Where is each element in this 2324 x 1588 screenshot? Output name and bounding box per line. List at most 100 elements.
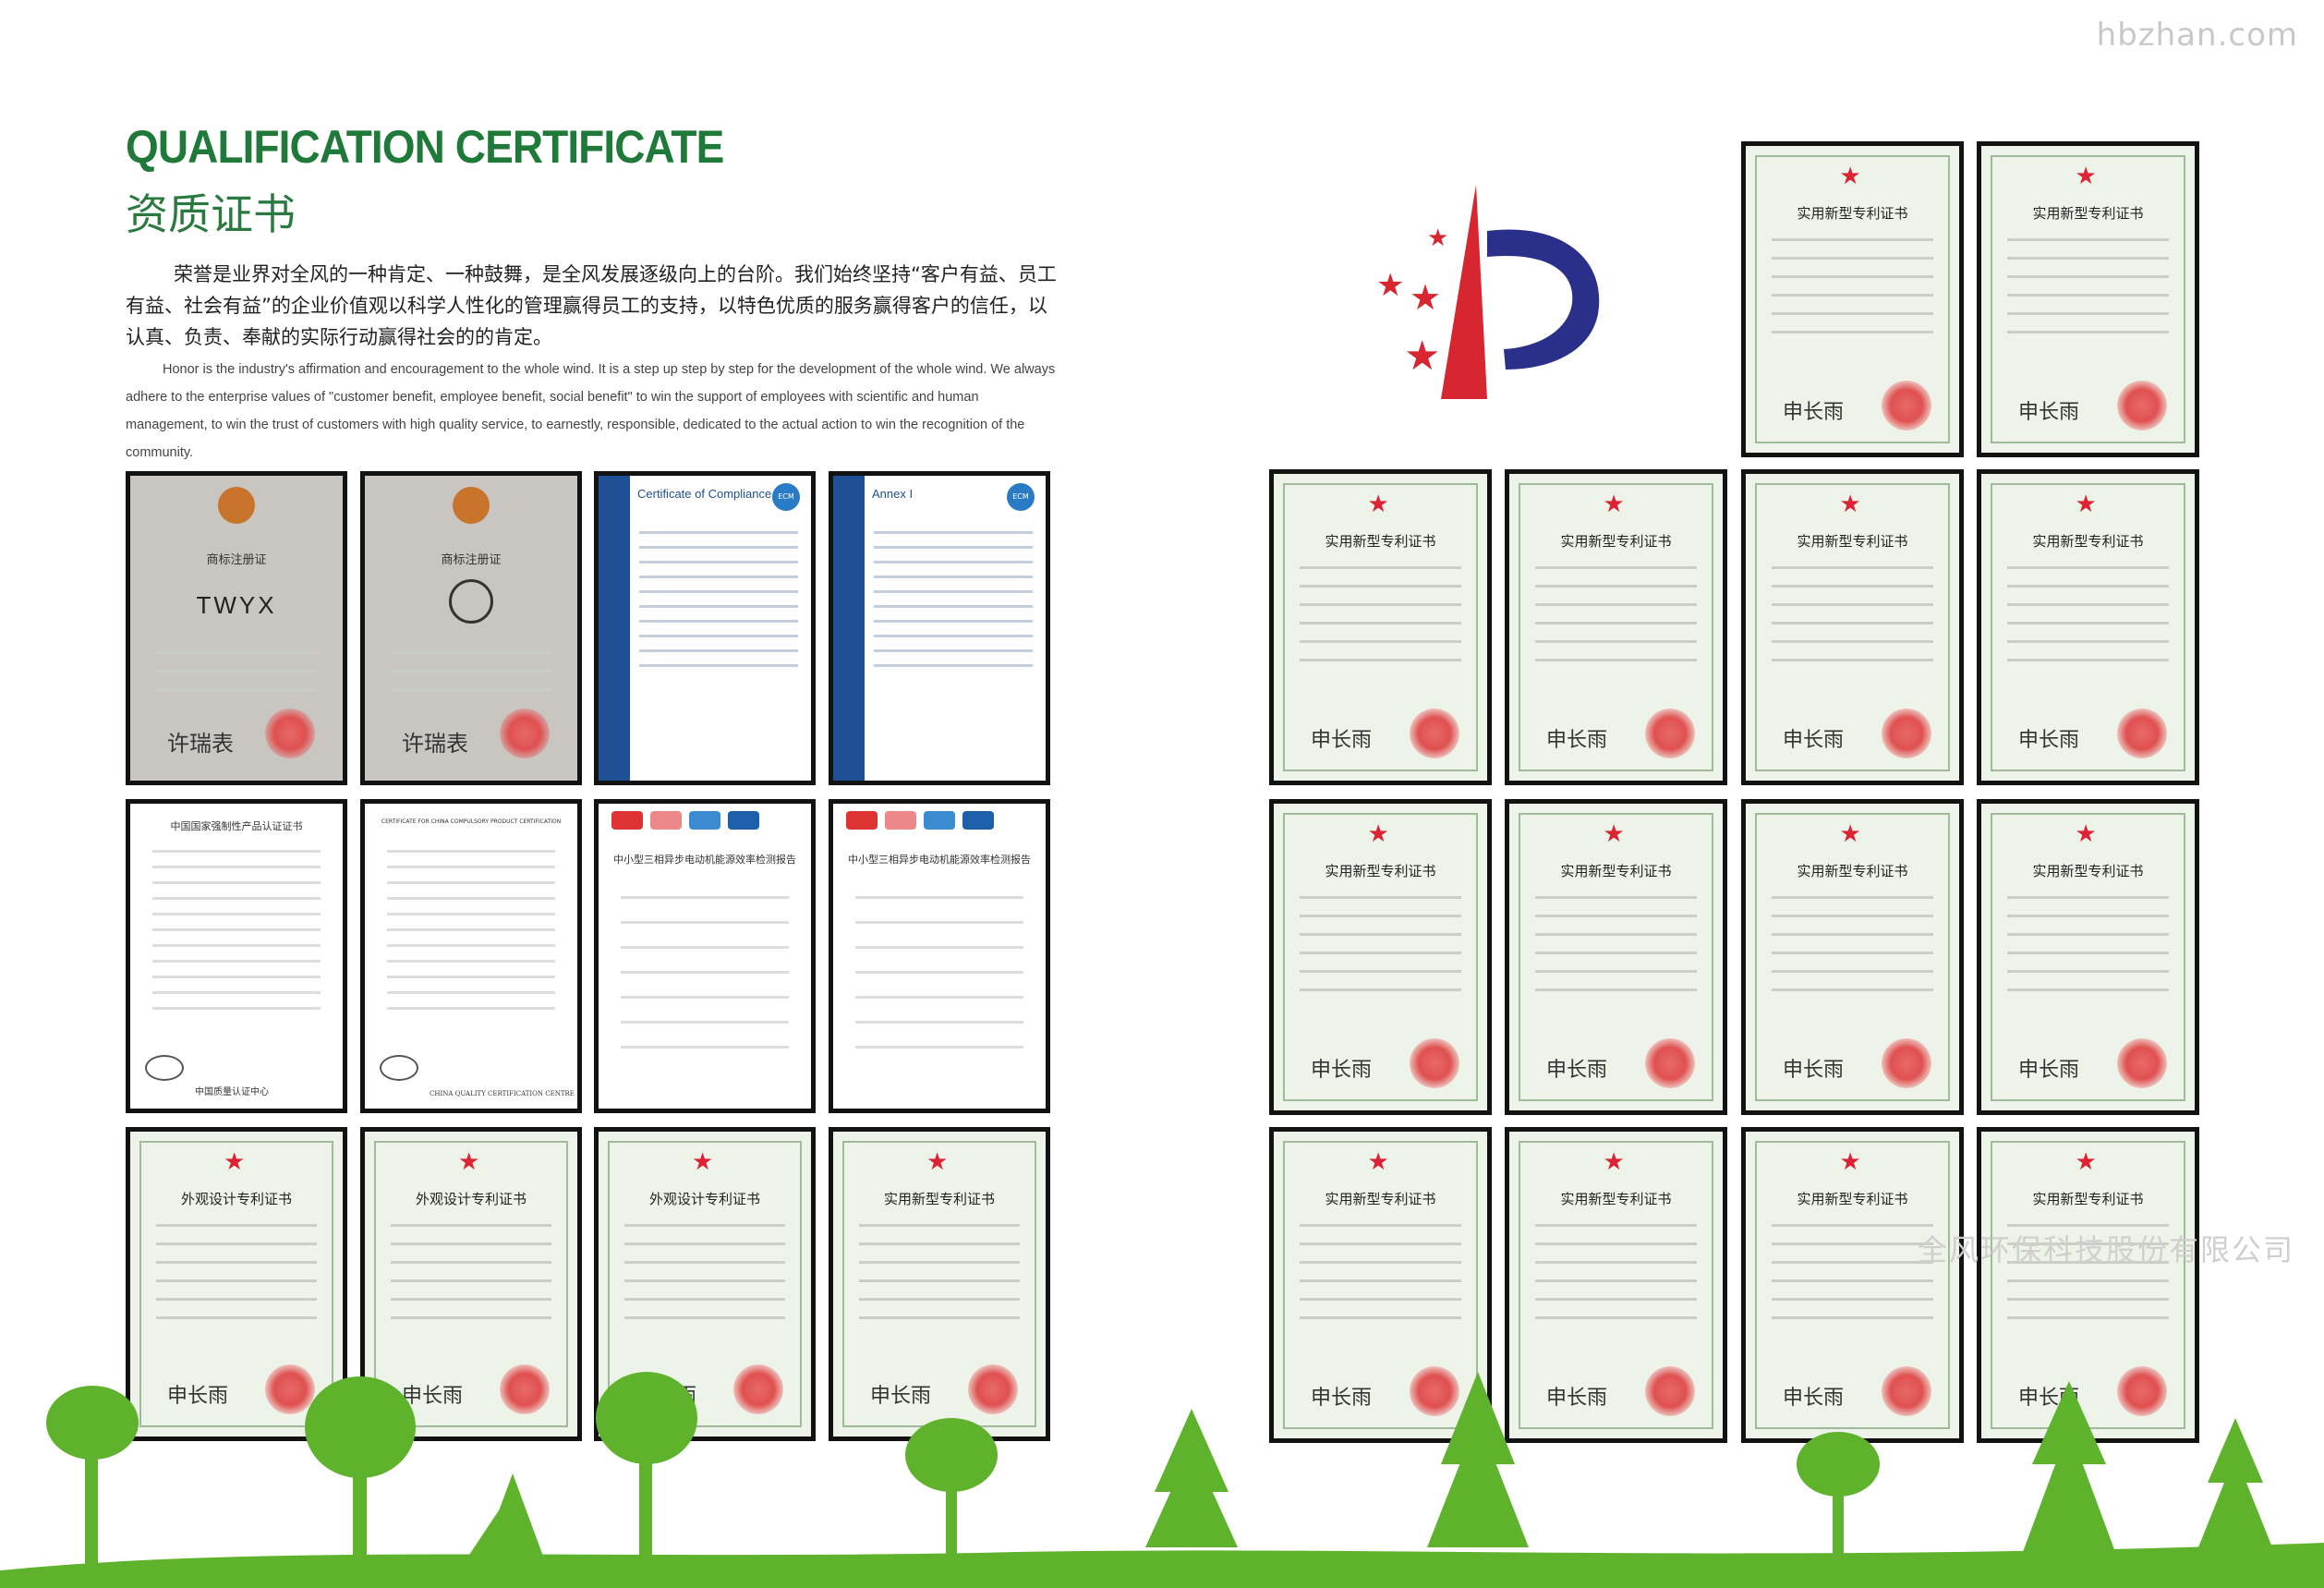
utility-patent-certificate: ★ 实用新型专利证书 申长雨 — [1977, 469, 2199, 785]
report-lines — [855, 896, 1023, 1071]
utility-patent-certificate: ★ 实用新型专利证书 申长雨 — [1505, 469, 1727, 785]
ccc-certificate-en: CERTIFICATE FOR CHINA COMPULSORY PRODUCT… — [360, 799, 582, 1113]
signature: 申长雨 — [1311, 1059, 1373, 1082]
certificate-lines — [1535, 896, 1697, 1007]
patent-office-logo-icon: ★ — [692, 1148, 714, 1176]
certificate-title: Certificate of Compliance — [637, 487, 772, 501]
issuer: 中国质量认证中心 — [195, 1087, 269, 1097]
certificate-title: 外观设计专利证书 — [648, 1191, 760, 1207]
certificate-title: 实用新型专利证书 — [1797, 1191, 1908, 1207]
national-emblem-icon — [453, 487, 490, 524]
page-title-zh: 资质证书 — [126, 189, 296, 239]
energy-efficiency-report-2: 中小型三相异步电动机能源效率检测报告 — [829, 799, 1050, 1113]
patent-office-logo-icon: ★ — [224, 1148, 246, 1176]
utility-patent-certificate: ★ 实用新型专利证书 申长雨 — [1977, 799, 2199, 1115]
certificate-title: 实用新型专利证书 — [2032, 205, 2144, 222]
certificate-lines — [859, 1224, 1020, 1335]
trademark-word: TWYX — [196, 591, 277, 619]
signature: 申长雨 — [2018, 401, 2080, 424]
red-seal-icon — [1882, 1038, 1931, 1088]
patent-office-logo-icon: ★ — [1839, 820, 1861, 848]
certificate-title: 外观设计专利证书 — [180, 1191, 292, 1207]
tree-silhouette-decoration — [0, 1372, 2324, 1588]
site-watermark: hbzhan.com — [2096, 17, 2298, 54]
svg-text:★: ★ — [1427, 224, 1448, 252]
ce-sidebar — [833, 476, 865, 781]
certificate-lines — [1535, 1224, 1697, 1335]
trademark-certificate-logo: 商标注册证 许瑞表 — [360, 471, 582, 785]
patent-office-logo-icon: ★ — [1603, 491, 1625, 518]
trademark-certificate-twyx: 商标注册证 TWYX 许瑞表 — [126, 471, 347, 785]
patent-office-logo-icon: ★ — [1839, 1148, 1861, 1176]
certificate-lines — [391, 651, 551, 707]
red-seal-icon — [1882, 381, 1931, 430]
certificate-lines — [2007, 566, 2169, 677]
utility-patent-certificate: ★ 实用新型专利证书 申长雨 — [1977, 141, 2199, 457]
certificate-title: 实用新型专利证书 — [2032, 1191, 2144, 1207]
utility-patent-certificate: ★ 实用新型专利证书 申长雨 — [1505, 799, 1727, 1115]
certificate-title: 外观设计专利证书 — [415, 1191, 527, 1207]
ccc-certificate-zh: 中国国家强制性产品认证证书 中国质量认证中心 — [126, 799, 347, 1113]
patent-office-logo-icon: ★ — [1367, 820, 1389, 848]
red-seal-icon — [500, 709, 550, 758]
intro-paragraph-en: Honor is the industry's affirmation and … — [126, 362, 1056, 460]
ccc-logo-icon — [145, 1055, 184, 1081]
certificate-lines — [1772, 238, 1933, 349]
ce-certificate-annex: Annex I ECM — [829, 471, 1050, 785]
certificate-lines — [624, 1224, 785, 1335]
patent-office-logo-icon: ★ ★ ★ ★ — [1376, 185, 1600, 399]
red-seal-icon — [1882, 709, 1931, 758]
report-title: 中小型三相异步电动机能源效率检测报告 — [848, 854, 1031, 866]
patent-office-logo-icon: ★ — [1603, 820, 1625, 848]
signature: 申长雨 — [1546, 729, 1608, 752]
certificate-title: 中国国家强制性产品认证证书 — [170, 820, 303, 832]
certificate-lines — [387, 850, 555, 1023]
utility-patent-certificate: ★ 实用新型专利证书 申长雨 — [1741, 799, 1964, 1115]
signature: 申长雨 — [1783, 729, 1845, 752]
utility-patent-certificate: ★ 实用新型专利证书申长雨 — [1269, 469, 1492, 785]
utility-patent-certificate: ★ 实用新型专利证书 申长雨 — [1741, 469, 1964, 785]
certificate-lines — [874, 531, 1033, 679]
svg-text:★: ★ — [1376, 267, 1404, 304]
certificate-title: 实用新型专利证书 — [883, 1191, 995, 1207]
patent-office-logo-icon: ★ — [1367, 491, 1389, 518]
certificate-title: 实用新型专利证书 — [1325, 533, 1436, 550]
svg-text:★: ★ — [1404, 333, 1440, 380]
page-title-en: QUALIFICATION CERTIFICATE — [126, 121, 724, 173]
certificate-lines — [1772, 896, 1933, 1007]
certificate-lines — [1535, 566, 1697, 677]
certificate-lines — [1772, 566, 1933, 677]
certificate-title: 实用新型专利证书 — [1797, 863, 1908, 879]
red-seal-icon — [2117, 709, 2167, 758]
utility-patent-certificate: ★ 实用新型专利证书申长雨 — [1269, 799, 1492, 1115]
certificate-title: 实用新型专利证书 — [2032, 533, 2144, 550]
report-title: 中小型三相异步电动机能源效率检测报告 — [613, 854, 796, 866]
patent-office-logo-icon: ★ — [458, 1148, 480, 1176]
certificate-title: CERTIFICATE FOR CHINA COMPULSORY PRODUCT… — [381, 818, 562, 825]
certificate-title: 实用新型专利证书 — [1797, 205, 1908, 222]
certificate-title: 实用新型专利证书 — [1325, 863, 1436, 879]
certificate-lines — [152, 850, 321, 1023]
logo-blue-arc — [1487, 229, 1600, 370]
issuer: CHINA QUALITY CERTIFICATION CENTRE — [430, 1090, 575, 1097]
certificate-lines — [391, 1224, 551, 1335]
patent-office-logo-icon: ★ — [2075, 1148, 2097, 1176]
certificate-lines — [156, 1224, 317, 1335]
accreditation-badges — [611, 811, 798, 835]
certificate-title: 实用新型专利证书 — [1325, 1191, 1436, 1207]
red-seal-icon — [1645, 709, 1695, 758]
red-seal-icon — [1410, 709, 1459, 758]
signature: 申长雨 — [1311, 729, 1373, 752]
certificate-title: 商标注册证 — [441, 553, 502, 567]
signature: 许瑞表 — [402, 731, 468, 757]
signature: 申长雨 — [1783, 401, 1845, 424]
certificate-lines — [2007, 238, 2169, 349]
company-watermark: 全风环保科技股份有限公司 — [1917, 1232, 2294, 1267]
certificate-lines — [1300, 566, 1461, 677]
signature: 申长雨 — [1546, 1059, 1608, 1082]
certificate-lines — [639, 531, 798, 679]
patent-office-logo-icon: ★ — [1839, 491, 1861, 518]
patent-office-logo-icon: ★ — [2075, 820, 2097, 848]
signature: 申长雨 — [2018, 1059, 2080, 1082]
accreditation-badges — [846, 811, 1033, 835]
